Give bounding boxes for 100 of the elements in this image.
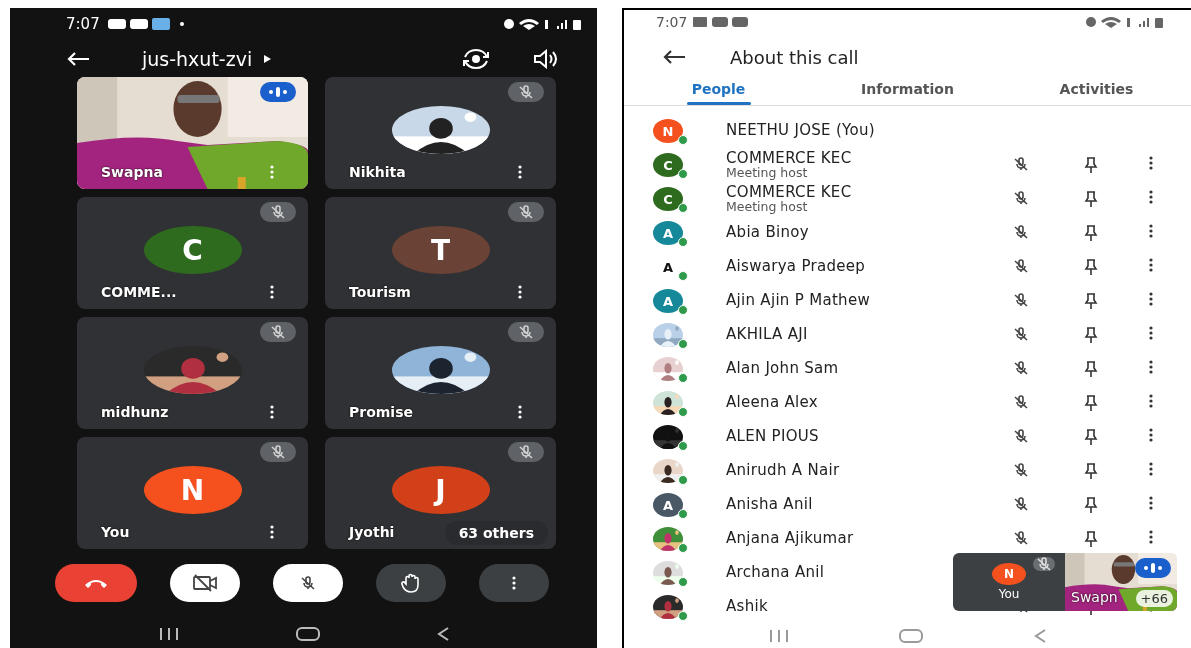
more-icon[interactable]	[270, 525, 274, 539]
participant-name[interactable]: Alan John Sam	[726, 361, 839, 377]
tab[interactable]: Activities	[1002, 72, 1191, 106]
back-icon[interactable]	[435, 626, 450, 642]
more-icon[interactable]	[270, 285, 274, 299]
avatar: N	[653, 119, 683, 144]
mic-off-icon	[1013, 462, 1029, 479]
camera-button[interactable]	[170, 564, 240, 602]
avatar: J	[391, 466, 490, 514]
participant-tile[interactable]: C COMME...	[77, 197, 308, 309]
mic-off-icon	[300, 575, 316, 591]
more-icon[interactable]	[1149, 496, 1153, 511]
screen-title: About this call	[730, 46, 859, 68]
camera-off-icon	[192, 574, 218, 592]
participant-tile[interactable]: T Tourism	[325, 197, 556, 309]
microphone-button[interactable]	[273, 564, 343, 602]
online-dot	[678, 475, 688, 486]
end-call-button[interactable]	[55, 564, 137, 602]
participant-name[interactable]: COMMERCE KEC	[726, 150, 852, 167]
caret-icon[interactable]	[262, 53, 273, 64]
more-icon[interactable]	[1149, 428, 1153, 443]
participant-name[interactable]: Ajin Ajin P Mathew	[726, 293, 870, 309]
pin-icon[interactable]	[1083, 258, 1099, 277]
others-count[interactable]: 63 others	[444, 521, 548, 545]
more-icon[interactable]	[1149, 462, 1153, 477]
participant-tile[interactable]: J Jyothi 63 others	[325, 437, 556, 549]
mic-off-icon	[1013, 530, 1029, 547]
more-icon[interactable]	[518, 165, 522, 179]
online-dot	[678, 407, 688, 418]
online-dot	[678, 237, 688, 248]
participant-tile[interactable]: midhunz	[77, 317, 308, 429]
avatar: N	[992, 563, 1026, 585]
online-dot	[678, 203, 688, 214]
avatar: A	[653, 493, 683, 518]
more-icon[interactable]	[1149, 258, 1153, 273]
more-icon[interactable]	[1149, 190, 1153, 205]
switch-camera-icon[interactable]	[461, 47, 491, 70]
pin-icon[interactable]	[1083, 496, 1099, 515]
tab[interactable]: People	[624, 72, 813, 106]
pin-icon[interactable]	[1083, 224, 1099, 243]
avatar: A	[653, 221, 683, 246]
mic-off-icon	[1013, 496, 1029, 513]
participant-name[interactable]: AKHILA AJI	[726, 327, 808, 343]
mic-off-icon	[1013, 224, 1029, 241]
online-dot	[678, 373, 688, 384]
self-preview[interactable]: N You	[953, 553, 1065, 611]
pin-icon[interactable]	[1083, 292, 1099, 311]
participant-name[interactable]: Anisha Anil	[726, 497, 813, 513]
back-arrow-icon[interactable]	[662, 49, 686, 66]
participant-name[interactable]: Abia Binoy	[726, 225, 809, 241]
pin-icon[interactable]	[1083, 428, 1099, 447]
participant-name[interactable]: ALEN PIOUS	[726, 429, 819, 445]
participant-tile[interactable]: Swapna	[77, 77, 308, 189]
online-dot	[678, 271, 688, 282]
pin-icon[interactable]	[1083, 394, 1099, 413]
more-icon[interactable]	[1149, 326, 1153, 341]
pin-icon[interactable]	[1083, 462, 1099, 481]
speaker-icon[interactable]	[533, 48, 559, 69]
more-icon[interactable]	[1149, 360, 1153, 375]
more-icon[interactable]	[518, 405, 522, 419]
participant-name[interactable]: Archana Anil	[726, 565, 825, 581]
participant-name[interactable]: Ashik	[726, 599, 768, 615]
mic-off-icon	[518, 444, 534, 460]
more-icon[interactable]	[518, 285, 522, 299]
pin-icon[interactable]	[1083, 360, 1099, 379]
online-dot	[678, 543, 688, 554]
meeting-code[interactable]: jus-hxut-zvi	[142, 47, 253, 70]
more-icon[interactable]	[1149, 530, 1153, 545]
speaker-name: Swapn	[1071, 589, 1118, 605]
avatar: C	[143, 226, 242, 274]
mic-off-icon	[270, 204, 286, 220]
pin-icon[interactable]	[1083, 326, 1099, 345]
avatar: C	[653, 187, 683, 212]
participant-name[interactable]: COMMERCE KEC	[726, 184, 852, 201]
avatar: A	[653, 289, 683, 314]
participant-tile[interactable]: Promise	[325, 317, 556, 429]
pin-icon[interactable]	[1083, 190, 1099, 209]
participant-name[interactable]: Aiswarya Pradeep	[726, 259, 866, 275]
participant-role: Meeting host	[726, 166, 808, 180]
online-dot	[678, 135, 688, 146]
tab[interactable]: Information	[813, 72, 1002, 106]
pin-icon[interactable]	[1083, 156, 1099, 175]
participant-name[interactable]: Anjana Ajikumar	[726, 531, 854, 547]
raise-hand-button[interactable]	[376, 564, 446, 602]
participant-name[interactable]: NEETHU JOSE (You)	[726, 123, 876, 139]
recent-apps-icon[interactable]	[157, 627, 180, 641]
more-icon[interactable]	[1149, 394, 1153, 409]
home-icon[interactable]	[294, 626, 321, 642]
more-icon[interactable]	[1149, 156, 1153, 171]
participant-name[interactable]: Anirudh A Nair	[726, 463, 840, 479]
more-icon[interactable]	[1149, 224, 1153, 239]
participant-tile[interactable]: N You	[77, 437, 308, 549]
more-icon[interactable]	[1149, 292, 1153, 307]
online-dot	[678, 169, 688, 180]
participant-tile[interactable]: Nikhita	[325, 77, 556, 189]
participant-name[interactable]: Aleena Alex	[726, 395, 818, 411]
phone-icon	[84, 578, 108, 588]
pin-icon[interactable]	[1083, 530, 1099, 549]
more-icon[interactable]	[270, 405, 274, 419]
more-icon[interactable]	[512, 576, 516, 590]
